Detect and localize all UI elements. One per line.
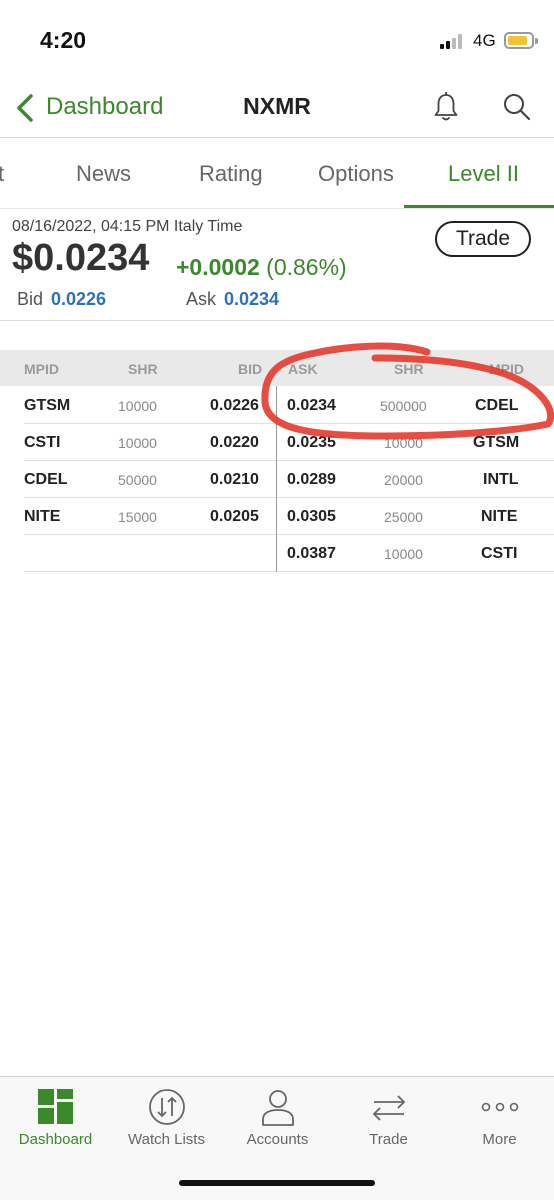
row-divider: [277, 497, 554, 498]
tabbar-accounts[interactable]: Accounts: [222, 1077, 333, 1177]
nav-header: Dashboard NXMR: [0, 80, 554, 138]
row-divider: [277, 423, 554, 424]
screen: 4:20 4G Dashboard NXMR t News Rating Opt…: [0, 0, 554, 1200]
page-title: NXMR: [243, 93, 311, 119]
table-row: CSTI 10000 0.0220 0.0235 10000 GTSM: [0, 424, 554, 461]
ask-mpid: INTL: [483, 471, 519, 488]
table-row: GTSM 10000 0.0226 0.0234 500000 CDEL: [0, 387, 554, 424]
quote-timestamp: 08/16/2022, 04:15 PM Italy Time: [12, 218, 243, 235]
ask-label: Ask: [186, 289, 217, 309]
row-divider: [24, 571, 277, 572]
ask-mpid: CSTI: [481, 545, 518, 562]
header-ask: ASK: [288, 361, 318, 377]
header-ask-mpid: MPID: [489, 361, 524, 377]
table-row: CDEL 50000 0.0210 0.0289 20000 INTL: [0, 461, 554, 498]
bid-shares: 10000: [118, 398, 157, 414]
battery-icon: [504, 32, 534, 49]
ask-mpid: CDEL: [475, 397, 519, 414]
ask-price: 0.0305: [287, 508, 336, 525]
row-divider: [24, 534, 277, 535]
tab-options[interactable]: Options: [318, 161, 394, 187]
ask-price: 0.0234: [287, 397, 336, 414]
bid-price: 0.0210: [210, 471, 259, 488]
row-divider: [277, 460, 554, 461]
row-divider: [277, 571, 554, 572]
active-tab-indicator: [404, 205, 554, 208]
level2-header: MPID SHR BID ASK SHR MPID: [0, 350, 554, 386]
status-time: 4:20: [40, 27, 87, 53]
search-icon[interactable]: [502, 92, 532, 122]
tabbar-dashboard[interactable]: Dashboard: [0, 1077, 111, 1177]
tab-rating[interactable]: Rating: [199, 161, 263, 187]
ask-shares: 500000: [380, 398, 427, 414]
dashboard-grid-icon: [38, 1089, 73, 1124]
bid-mpid: GTSM: [24, 397, 71, 414]
bid-ask-divider: [276, 386, 277, 572]
tab-partial[interactable]: t: [0, 161, 4, 187]
ask-mpid: NITE: [481, 508, 518, 525]
up-down-arrows-icon: [149, 1089, 185, 1125]
tabbar-label: Dashboard: [18, 1131, 93, 1148]
bid-mpid: CDEL: [24, 471, 68, 488]
tabbar-trade[interactable]: Trade: [333, 1077, 444, 1177]
table-row: 0.0387 10000 CSTI: [0, 535, 554, 572]
header-bid-shr: SHR: [128, 361, 158, 377]
ask-price: 0.0235: [287, 434, 336, 451]
trade-button[interactable]: Trade: [435, 221, 531, 257]
ask-shares: 10000: [384, 435, 423, 451]
ask-price: 0.0387: [287, 545, 336, 562]
back-button[interactable]: Dashboard: [46, 93, 163, 121]
bid-shares: 50000: [118, 472, 157, 488]
swap-arrows-icon: [372, 1095, 406, 1121]
row-divider: [24, 460, 277, 461]
header-bid-mpid: MPID: [24, 361, 59, 377]
row-divider: [24, 423, 277, 424]
bid-price: 0.0220: [210, 434, 259, 451]
bid-label: Bid: [17, 289, 44, 309]
signal-icon: [440, 33, 466, 49]
header-ask-shr: SHR: [394, 361, 424, 377]
bid-mpid: CSTI: [24, 434, 61, 451]
last-price: $0.0234: [12, 237, 150, 279]
tabbar-label: Watch Lists: [128, 1131, 205, 1148]
ask-shares: 25000: [384, 509, 423, 525]
more-dots-icon: [481, 1102, 519, 1112]
bid-mpid: NITE: [24, 508, 61, 525]
tabbar-label: More: [482, 1131, 517, 1148]
ask-quote: Ask 0.0234: [186, 289, 279, 310]
header-bid: BID: [238, 361, 263, 377]
chevron-left-icon[interactable]: [14, 93, 36, 123]
bid-quote: Bid 0.0226: [17, 289, 106, 310]
bid-price: 0.0226: [210, 397, 259, 414]
tabbar-label: Trade: [369, 1131, 408, 1148]
tabbar-label: Accounts: [246, 1131, 309, 1148]
price-change: +0.0002 (0.86%): [176, 254, 347, 281]
home-indicator[interactable]: [179, 1180, 375, 1186]
tabbar-watch-lists[interactable]: Watch Lists: [111, 1077, 222, 1177]
section-tabs: t News Rating Options Level II: [0, 139, 554, 209]
bid-price: 0.0205: [210, 508, 259, 525]
change-value: +0.0002: [176, 254, 260, 280]
bid-value[interactable]: 0.0226: [51, 289, 106, 309]
bid-shares: 10000: [118, 435, 157, 451]
person-icon: [262, 1090, 294, 1126]
bell-icon[interactable]: [432, 92, 460, 122]
table-row: NITE 15000 0.0205 0.0305 25000 NITE: [0, 498, 554, 535]
ask-shares: 10000: [384, 546, 423, 562]
quote-panel: 08/16/2022, 04:15 PM Italy Time $0.0234 …: [0, 209, 554, 321]
tab-level-ii[interactable]: Level II: [448, 161, 519, 187]
tab-news[interactable]: News: [76, 161, 131, 187]
ask-price: 0.0289: [287, 471, 336, 488]
ask-mpid: GTSM: [473, 434, 520, 451]
network-type: 4G: [473, 31, 496, 50]
bid-shares: 15000: [118, 509, 157, 525]
tabbar-more[interactable]: More: [444, 1077, 554, 1177]
battery-tip: [535, 38, 538, 44]
status-bar: 4:20 4G: [0, 0, 554, 80]
change-percent: (0.86%): [266, 254, 347, 280]
ask-value[interactable]: 0.0234: [224, 289, 279, 309]
row-divider: [24, 497, 277, 498]
row-divider: [277, 534, 554, 535]
ask-shares: 20000: [384, 472, 423, 488]
